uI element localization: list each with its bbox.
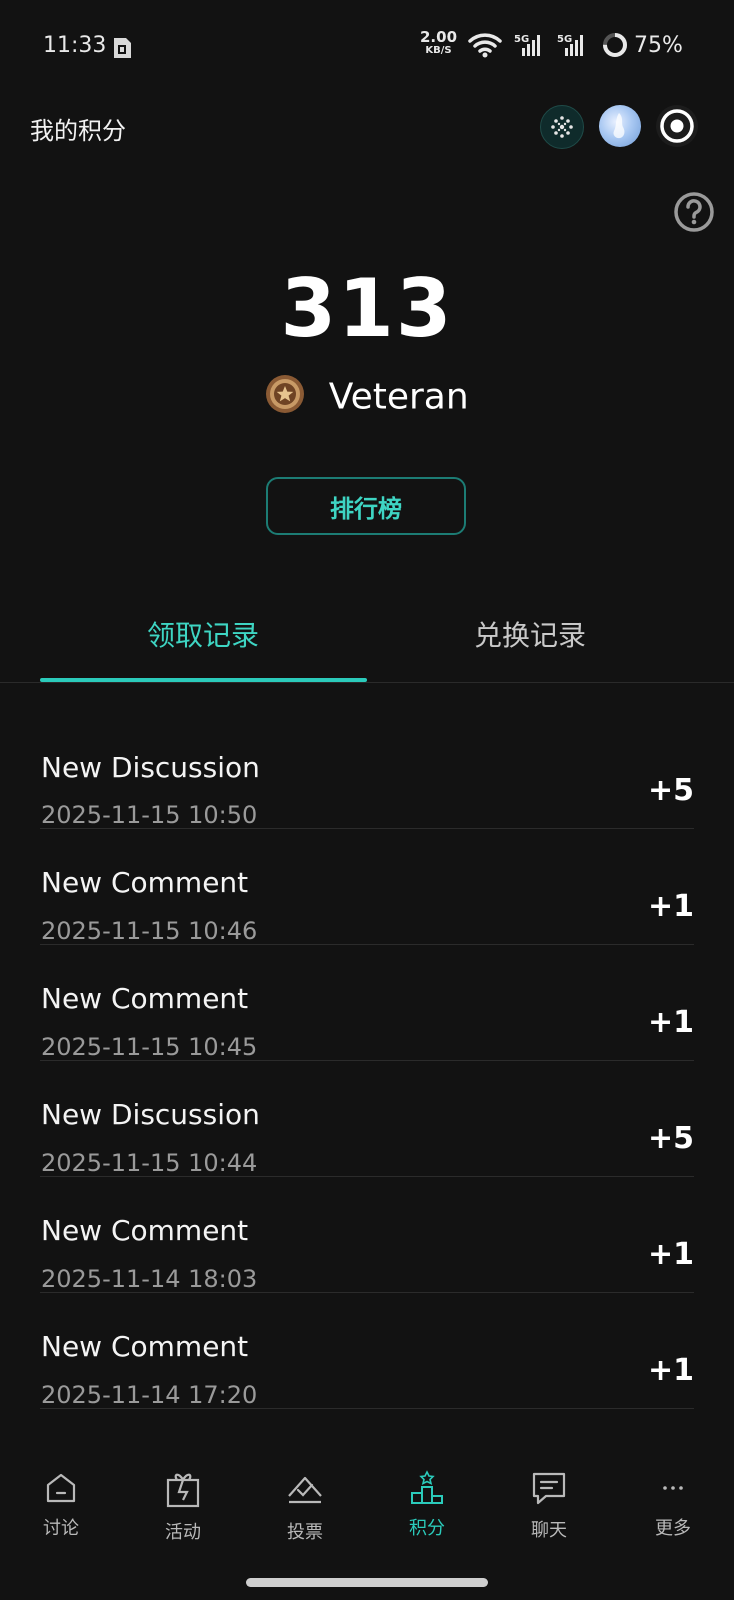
target-button[interactable] <box>656 105 698 147</box>
user-avatar[interactable] <box>599 105 641 147</box>
nav-item-activities[interactable]: 活动 <box>122 1470 244 1544</box>
list-item: New Discussion 2025-11-15 10:44 +5 <box>40 1061 694 1177</box>
record-points: +1 <box>647 1237 694 1272</box>
points-total: 313 <box>280 262 454 355</box>
status-time: 11:33 <box>43 33 107 58</box>
signal-5g-label: 5G <box>514 34 529 45</box>
record-title: New Comment <box>41 866 249 899</box>
nav-item-chat[interactable]: 聊天 <box>488 1470 610 1542</box>
record-date: 2025-11-14 18:03 <box>41 1265 258 1293</box>
record-title: New Discussion <box>41 1098 260 1131</box>
tab-redeem-records[interactable]: 兑换记录 <box>367 614 693 654</box>
battery-ring-icon <box>603 33 627 57</box>
home-icon <box>46 1473 76 1503</box>
podium-icon <box>411 1470 443 1504</box>
network-speed-unit: KB/S <box>425 45 452 56</box>
home-indicator[interactable] <box>246 1578 488 1587</box>
record-date: 2025-11-15 10:45 <box>41 1033 258 1061</box>
chat-icon <box>532 1472 566 1505</box>
leaderboard-button[interactable]: 排行榜 <box>266 477 466 535</box>
record-points: +1 <box>647 889 694 924</box>
sim-card-icon <box>114 38 131 58</box>
tab-divider <box>0 682 734 683</box>
nav-label: 积分 <box>409 1518 445 1539</box>
list-item: New Comment 2025-11-15 10:45 +1 <box>40 945 694 1061</box>
nav-label: 聊天 <box>531 1520 567 1541</box>
signal-icon: 5G <box>514 34 540 56</box>
battery-percent: 75% <box>634 33 683 58</box>
target-icon <box>660 109 694 143</box>
list-item: New Comment 2025-11-15 10:46 +1 <box>40 829 694 945</box>
nav-item-discussions[interactable]: 讨论 <box>0 1470 122 1540</box>
signal-5g-2: 5G <box>557 32 587 62</box>
vote-icon <box>288 1476 322 1504</box>
record-title: New Comment <box>41 1214 249 1247</box>
app-logo-button[interactable] <box>540 105 584 149</box>
nav-item-points[interactable]: 积分 <box>366 1470 488 1540</box>
nav-label: 活动 <box>165 1522 201 1543</box>
list-item: New Discussion 2025-11-15 10:50 +5 <box>40 713 694 829</box>
rank-badge: Veteran <box>0 375 734 418</box>
page-title: 我的积分 <box>30 117 126 145</box>
record-date: 2025-11-15 10:46 <box>41 917 258 945</box>
record-title: New Comment <box>41 982 249 1015</box>
status-bar: 11:33 2.00 KB/S 5G 5G 75% <box>0 0 734 96</box>
record-points: +5 <box>647 773 694 808</box>
record-points: +1 <box>647 1353 694 1388</box>
network-speed: 2.00 KB/S <box>420 30 457 57</box>
list-item: New Comment 2025-11-14 18:03 +1 <box>40 1177 694 1293</box>
record-points: +5 <box>647 1121 694 1156</box>
nav-label: 投票 <box>287 1522 323 1543</box>
tab-claim-records[interactable]: 领取记录 <box>40 614 366 654</box>
nav-label: 更多 <box>655 1518 691 1539</box>
points-record-list: New Discussion 2025-11-15 10:50 +5 New C… <box>40 713 694 1409</box>
signal-5g-label: 5G <box>557 34 572 45</box>
record-date: 2025-11-15 10:44 <box>41 1149 258 1177</box>
record-date: 2025-11-14 17:20 <box>41 1381 258 1409</box>
record-title: New Discussion <box>41 751 260 784</box>
more-icon <box>663 1486 683 1490</box>
medal-icon <box>266 375 305 413</box>
rank-label: Veteran <box>328 376 469 418</box>
wifi-icon <box>468 33 502 58</box>
help-icon[interactable] <box>673 191 715 233</box>
nav-item-more[interactable]: 更多 <box>612 1470 734 1540</box>
dot-grid-icon <box>551 116 573 138</box>
nav-label: 讨论 <box>43 1518 79 1539</box>
nav-item-voting[interactable]: 投票 <box>244 1470 366 1544</box>
list-item: New Comment 2025-11-14 17:20 +1 <box>40 1293 694 1409</box>
record-date: 2025-11-15 10:50 <box>41 801 258 829</box>
record-points: +1 <box>647 1005 694 1040</box>
gift-icon <box>166 1473 200 1508</box>
record-title: New Comment <box>41 1330 249 1363</box>
signal-icon: 5G <box>557 34 583 56</box>
avatar-figure-icon <box>613 113 625 139</box>
signal-5g-1: 5G <box>514 32 544 62</box>
